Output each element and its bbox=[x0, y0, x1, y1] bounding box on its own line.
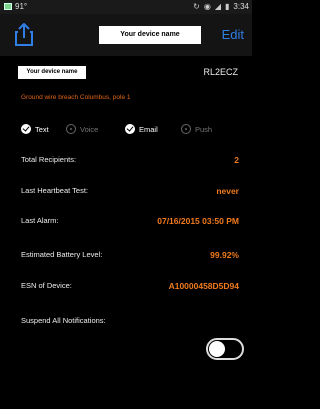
last-heartbeat-value: never bbox=[216, 186, 239, 196]
esn-value: A10000458D5D94 bbox=[168, 281, 239, 291]
total-recipients-row: Total Recipients: 2 bbox=[21, 155, 243, 167]
suspend-notifications-toggle[interactable] bbox=[206, 338, 244, 360]
last-alarm-row: Last Alarm: 07/16/2015 03:50 PM bbox=[21, 216, 243, 228]
device-id: RL2ECZ bbox=[203, 67, 238, 77]
channel-label: Voice bbox=[80, 124, 99, 134]
battery-value: 99.92% bbox=[210, 250, 239, 260]
last-heartbeat-label: Last Heartbeat Test: bbox=[21, 186, 88, 195]
battery-row: Estimated Battery Level: 99.92% bbox=[21, 250, 243, 262]
photo-notification-icon bbox=[4, 3, 12, 10]
notification-channels: Text Voice Email Push bbox=[21, 124, 243, 138]
toggle-knob bbox=[209, 341, 225, 357]
clock-text: 3:34 bbox=[233, 2, 249, 11]
total-recipients-label: Total Recipients: bbox=[21, 155, 77, 164]
device-header: Your device name RL2ECZ bbox=[0, 64, 252, 80]
radio-off-icon bbox=[66, 124, 76, 134]
esn-row: ESN of Device: A10000458D5D94 bbox=[21, 281, 243, 293]
device-name: Your device name bbox=[18, 66, 86, 79]
navigation-bar: Your device name Edit bbox=[0, 14, 252, 56]
channel-text[interactable]: Text bbox=[21, 124, 49, 134]
signal-icon: ◢ bbox=[214, 2, 222, 11]
edit-button[interactable]: Edit bbox=[222, 27, 244, 42]
channel-label: Email bbox=[139, 124, 158, 134]
battery-label: Estimated Battery Level: bbox=[21, 250, 103, 259]
total-recipients-value: 2 bbox=[234, 155, 239, 165]
channel-label: Push bbox=[195, 124, 213, 134]
status-bar: 91° ↻ ◉ ◢ ▮ 3:34 bbox=[0, 0, 252, 14]
share-icon bbox=[15, 22, 33, 46]
last-alarm-label: Last Alarm: bbox=[21, 216, 59, 225]
battery-icon: ▮ bbox=[225, 2, 230, 11]
last-heartbeat-row: Last Heartbeat Test: never bbox=[21, 186, 243, 198]
last-alarm-value: 07/16/2015 03:50 PM bbox=[157, 216, 239, 226]
sync-icon: ↻ bbox=[193, 2, 200, 11]
suspend-row: Suspend All Notifications: bbox=[21, 316, 243, 328]
device-location: Ground wire breach Columbus, pole 1 bbox=[21, 94, 131, 101]
channel-voice[interactable]: Voice bbox=[66, 124, 98, 134]
channel-push[interactable]: Push bbox=[181, 124, 212, 134]
wifi-icon: ◉ bbox=[203, 2, 211, 11]
checkmark-icon bbox=[125, 124, 135, 134]
nav-title: Your device name bbox=[99, 26, 201, 44]
suspend-label: Suspend All Notifications: bbox=[21, 316, 106, 325]
channel-email[interactable]: Email bbox=[125, 124, 158, 134]
share-button[interactable] bbox=[14, 22, 34, 47]
radio-off-icon bbox=[181, 124, 191, 134]
checkmark-icon bbox=[21, 124, 31, 134]
temperature-text: 91° bbox=[15, 2, 28, 11]
esn-label: ESN of Device: bbox=[21, 281, 72, 290]
channel-label: Text bbox=[35, 124, 49, 134]
